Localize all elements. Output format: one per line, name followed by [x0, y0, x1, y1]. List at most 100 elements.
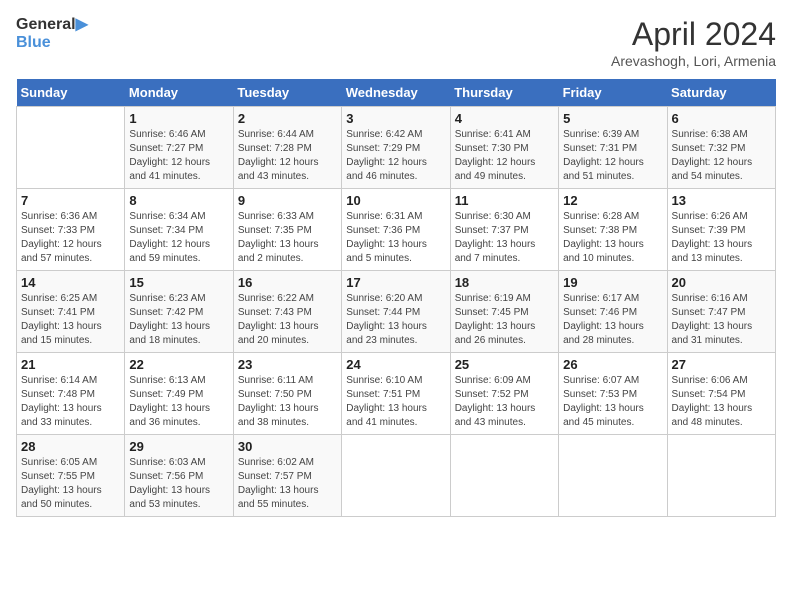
- day-number: 25: [455, 357, 554, 372]
- calendar-week-row: 28 Sunrise: 6:05 AM Sunset: 7:55 PM Dayli…: [17, 435, 776, 517]
- day-number: 1: [129, 111, 228, 126]
- day-number: 7: [21, 193, 120, 208]
- day-info: Sunrise: 6:38 AM Sunset: 7:32 PM Dayligh…: [672, 128, 771, 184]
- day-info: Sunrise: 6:20 AM Sunset: 7:44 PM Dayligh…: [346, 292, 445, 348]
- day-info: Sunrise: 6:34 AM Sunset: 7:34 PM Dayligh…: [129, 210, 228, 266]
- day-info: Sunrise: 6:02 AM Sunset: 7:57 PM Dayligh…: [238, 456, 337, 512]
- calendar-cell: [559, 435, 667, 517]
- day-number: 26: [563, 357, 662, 372]
- day-info: Sunrise: 6:42 AM Sunset: 7:29 PM Dayligh…: [346, 128, 445, 184]
- day-number: 28: [21, 439, 120, 454]
- day-info: Sunrise: 6:39 AM Sunset: 7:31 PM Dayligh…: [563, 128, 662, 184]
- day-info: Sunrise: 6:36 AM Sunset: 7:33 PM Dayligh…: [21, 210, 120, 266]
- day-info: Sunrise: 6:16 AM Sunset: 7:47 PM Dayligh…: [672, 292, 771, 348]
- day-info: Sunrise: 6:22 AM Sunset: 7:43 PM Dayligh…: [238, 292, 337, 348]
- day-info: Sunrise: 6:14 AM Sunset: 7:48 PM Dayligh…: [21, 374, 120, 430]
- day-info: Sunrise: 6:03 AM Sunset: 7:56 PM Dayligh…: [129, 456, 228, 512]
- calendar-cell: 11 Sunrise: 6:30 AM Sunset: 7:37 PM Dayli…: [450, 189, 558, 271]
- calendar-cell: 8 Sunrise: 6:34 AM Sunset: 7:34 PM Daylig…: [125, 189, 233, 271]
- weekday-header: Friday: [559, 79, 667, 107]
- weekday-header: Tuesday: [233, 79, 341, 107]
- main-title: April 2024: [611, 16, 776, 53]
- calendar-cell: 23 Sunrise: 6:11 AM Sunset: 7:50 PM Dayli…: [233, 353, 341, 435]
- calendar-week-row: 7 Sunrise: 6:36 AM Sunset: 7:33 PM Daylig…: [17, 189, 776, 271]
- day-number: 12: [563, 193, 662, 208]
- day-number: 18: [455, 275, 554, 290]
- day-number: 11: [455, 193, 554, 208]
- day-number: 10: [346, 193, 445, 208]
- calendar-cell: 26 Sunrise: 6:07 AM Sunset: 7:53 PM Dayli…: [559, 353, 667, 435]
- day-info: Sunrise: 6:07 AM Sunset: 7:53 PM Dayligh…: [563, 374, 662, 430]
- calendar-cell: 12 Sunrise: 6:28 AM Sunset: 7:38 PM Dayli…: [559, 189, 667, 271]
- day-number: 6: [672, 111, 771, 126]
- calendar-cell: 19Sunrise: 6:17 AM Sunset: 7:46 PM Dayli…: [559, 271, 667, 353]
- calendar-table: SundayMondayTuesdayWednesdayThursdayFrid…: [16, 79, 776, 517]
- calendar-cell: 14Sunrise: 6:25 AM Sunset: 7:41 PM Dayli…: [17, 271, 125, 353]
- day-info: Sunrise: 6:33 AM Sunset: 7:35 PM Dayligh…: [238, 210, 337, 266]
- calendar-cell: 27Sunrise: 6:06 AM Sunset: 7:54 PM Dayli…: [667, 353, 775, 435]
- day-number: 8: [129, 193, 228, 208]
- day-number: 15: [129, 275, 228, 290]
- calendar-cell: 9 Sunrise: 6:33 AM Sunset: 7:35 PM Daylig…: [233, 189, 341, 271]
- calendar-cell: 7 Sunrise: 6:36 AM Sunset: 7:33 PM Daylig…: [17, 189, 125, 271]
- day-number: 5: [563, 111, 662, 126]
- logo: General▶ Blue: [16, 16, 88, 51]
- calendar-cell: 4 Sunrise: 6:41 AM Sunset: 7:30 PM Daylig…: [450, 107, 558, 189]
- calendar-cell: 10 Sunrise: 6:31 AM Sunset: 7:36 PM Dayli…: [342, 189, 450, 271]
- calendar-cell: 20 Sunrise: 6:16 AM Sunset: 7:47 PM Dayli…: [667, 271, 775, 353]
- day-number: 3: [346, 111, 445, 126]
- calendar-cell: 3 Sunrise: 6:42 AM Sunset: 7:29 PM Daylig…: [342, 107, 450, 189]
- day-info: Sunrise: 6:46 AM Sunset: 7:27 PM Dayligh…: [129, 128, 228, 184]
- calendar-cell: 15 Sunrise: 6:23 AM Sunset: 7:42 PM Dayli…: [125, 271, 233, 353]
- weekday-header: Thursday: [450, 79, 558, 107]
- day-number: 14: [21, 275, 120, 290]
- weekday-header: Wednesday: [342, 79, 450, 107]
- day-info: Sunrise: 6:28 AM Sunset: 7:38 PM Dayligh…: [563, 210, 662, 266]
- day-info: Sunrise: 6:41 AM Sunset: 7:30 PM Dayligh…: [455, 128, 554, 184]
- day-number: 30: [238, 439, 337, 454]
- calendar-cell: 18 Sunrise: 6:19 AM Sunset: 7:45 PM Dayli…: [450, 271, 558, 353]
- day-number: 9: [238, 193, 337, 208]
- calendar-cell: 29 Sunrise: 6:03 AM Sunset: 7:56 PM Dayli…: [125, 435, 233, 517]
- day-info: Sunrise: 6:11 AM Sunset: 7:50 PM Dayligh…: [238, 374, 337, 430]
- calendar-cell: 6 Sunrise: 6:38 AM Sunset: 7:32 PM Daylig…: [667, 107, 775, 189]
- day-number: 13: [672, 193, 771, 208]
- calendar-cell: 30 Sunrise: 6:02 AM Sunset: 7:57 PM Dayli…: [233, 435, 341, 517]
- calendar-cell: 28 Sunrise: 6:05 AM Sunset: 7:55 PM Dayli…: [17, 435, 125, 517]
- day-number: 24: [346, 357, 445, 372]
- day-number: 17: [346, 275, 445, 290]
- day-info: Sunrise: 6:30 AM Sunset: 7:37 PM Dayligh…: [455, 210, 554, 266]
- weekday-header: Saturday: [667, 79, 775, 107]
- day-number: 16: [238, 275, 337, 290]
- calendar-cell: 13 Sunrise: 6:26 AM Sunset: 7:39 PM Dayli…: [667, 189, 775, 271]
- day-number: 20: [672, 275, 771, 290]
- header: General▶ Blue April 2024 Arevashogh, Lor…: [16, 16, 776, 69]
- calendar-cell: 22Sunrise: 6:13 AM Sunset: 7:49 PM Dayli…: [125, 353, 233, 435]
- calendar-week-row: 1 Sunrise: 6:46 AM Sunset: 7:27 PM Daylig…: [17, 107, 776, 189]
- weekday-header: Sunday: [17, 79, 125, 107]
- weekday-header-row: SundayMondayTuesdayWednesdayThursdayFrid…: [17, 79, 776, 107]
- day-info: Sunrise: 6:10 AM Sunset: 7:51 PM Dayligh…: [346, 374, 445, 430]
- weekday-header: Monday: [125, 79, 233, 107]
- day-number: 23: [238, 357, 337, 372]
- day-number: 22: [129, 357, 228, 372]
- day-info: Sunrise: 6:44 AM Sunset: 7:28 PM Dayligh…: [238, 128, 337, 184]
- calendar-cell: 1 Sunrise: 6:46 AM Sunset: 7:27 PM Daylig…: [125, 107, 233, 189]
- day-info: Sunrise: 6:05 AM Sunset: 7:55 PM Dayligh…: [21, 456, 120, 512]
- calendar-cell: [17, 107, 125, 189]
- day-info: Sunrise: 6:26 AM Sunset: 7:39 PM Dayligh…: [672, 210, 771, 266]
- day-info: Sunrise: 6:31 AM Sunset: 7:36 PM Dayligh…: [346, 210, 445, 266]
- day-info: Sunrise: 6:19 AM Sunset: 7:45 PM Dayligh…: [455, 292, 554, 348]
- day-number: 4: [455, 111, 554, 126]
- day-info: Sunrise: 6:17 AM Sunset: 7:46 PM Dayligh…: [563, 292, 662, 348]
- day-number: 29: [129, 439, 228, 454]
- day-number: 21: [21, 357, 120, 372]
- calendar-cell: [450, 435, 558, 517]
- day-number: 27: [672, 357, 771, 372]
- calendar-cell: 2Sunrise: 6:44 AM Sunset: 7:28 PM Daylig…: [233, 107, 341, 189]
- calendar-week-row: 21 Sunrise: 6:14 AM Sunset: 7:48 PM Dayli…: [17, 353, 776, 435]
- calendar-cell: [342, 435, 450, 517]
- day-info: Sunrise: 6:23 AM Sunset: 7:42 PM Dayligh…: [129, 292, 228, 348]
- subtitle: Arevashogh, Lori, Armenia: [611, 53, 776, 69]
- calendar-cell: 24 Sunrise: 6:10 AM Sunset: 7:51 PM Dayli…: [342, 353, 450, 435]
